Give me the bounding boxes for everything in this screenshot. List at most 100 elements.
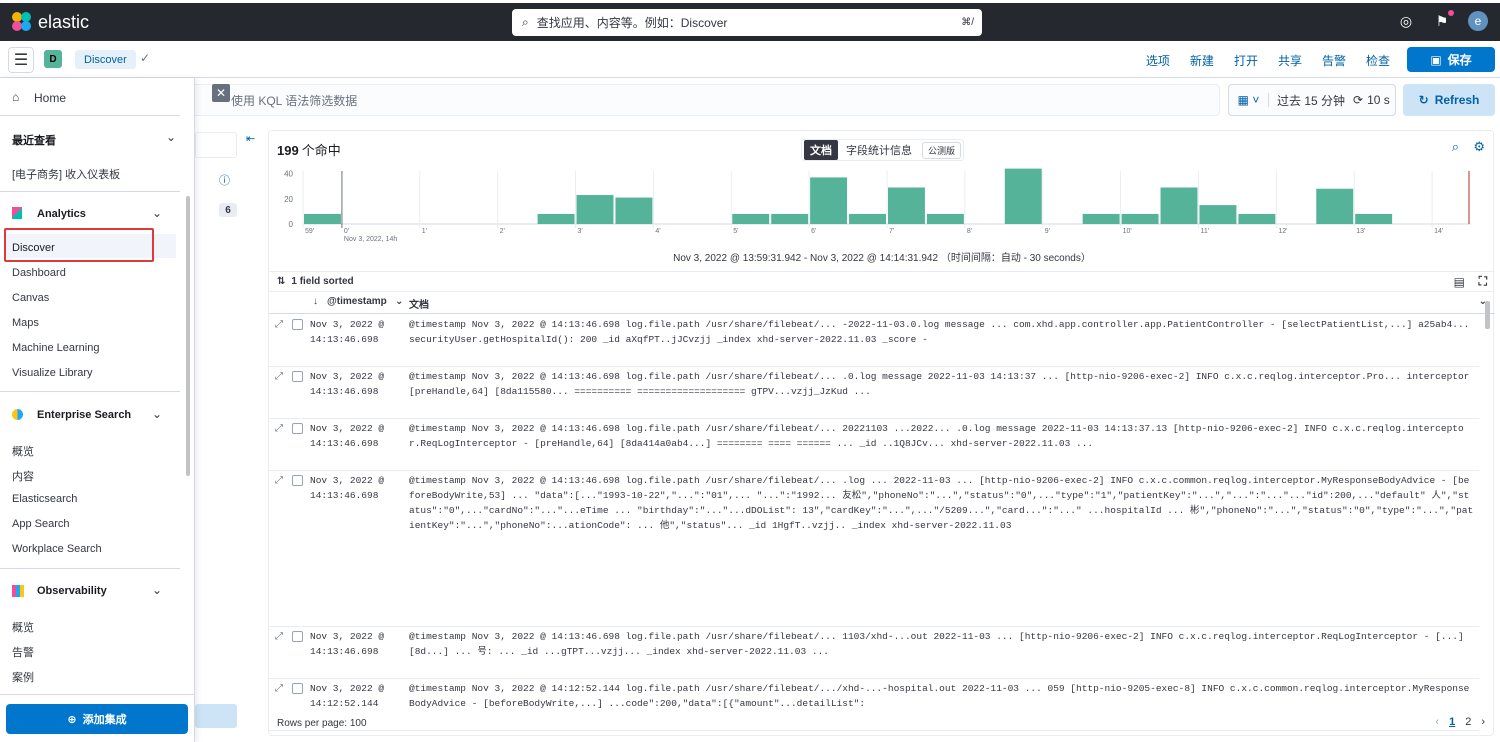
histogram-bar[interactable] (888, 187, 925, 224)
nav-analytics-title[interactable]: Analytics (37, 208, 86, 220)
chart-options-icon[interactable]: ⌕ (1452, 139, 1459, 155)
expand-row-icon[interactable]: ⤢ (275, 682, 283, 697)
histogram-bar[interactable] (732, 213, 770, 224)
histogram-bar[interactable] (1238, 213, 1276, 224)
row-checkbox[interactable] (292, 423, 303, 434)
user-avatar[interactable]: e (1468, 11, 1488, 31)
save-button[interactable]: ▣ 保存 (1407, 47, 1495, 72)
histogram-bar[interactable] (304, 213, 341, 224)
nav-machine-learning[interactable]: Machine Learning (12, 342, 99, 354)
next-page-icon[interactable]: › (1481, 716, 1485, 728)
menu-open[interactable]: 打开 (1234, 52, 1258, 69)
expand-row-icon[interactable]: ⤢ (275, 370, 283, 385)
histogram-bar[interactable] (1160, 187, 1198, 224)
histogram-bar[interactable] (1004, 168, 1042, 224)
nav-toggle-button[interactable]: ☰ (8, 47, 34, 73)
global-search-input[interactable]: ⌕ 查找应用、内容等。例如：Discover ⌘/ (512, 9, 982, 36)
menu-options[interactable]: 选项 (1146, 52, 1170, 69)
chevron-down-icon[interactable]: ⌄ (152, 206, 162, 220)
space-avatar[interactable]: D (44, 50, 62, 68)
nav-visualize-library[interactable]: Visualize Library (12, 367, 93, 379)
histogram-bar[interactable] (1121, 213, 1159, 224)
info-icon[interactable]: ⓘ (219, 172, 230, 188)
settings-gear-icon[interactable]: ⚙ (1473, 139, 1485, 155)
nav-home[interactable]: Home (34, 91, 66, 105)
column-header-timestamp[interactable]: @timestamp (327, 296, 387, 307)
sidebar-bottom-button[interactable] (195, 704, 237, 728)
help-icon[interactable]: ◎ (1396, 11, 1416, 31)
date-picker[interactable]: ▦ ˅ 过去 15 分钟 ⟳ 10 s (1228, 84, 1396, 116)
nav-elasticsearch[interactable]: Elasticsearch (12, 493, 77, 505)
elastic-logo[interactable]: elastic (12, 12, 89, 33)
sort-icon[interactable]: ⇅ (277, 276, 285, 287)
nav-canvas[interactable]: Canvas (12, 292, 49, 304)
nav-enterprise-title[interactable]: Enterprise Search (37, 409, 131, 421)
refresh-interval-text[interactable]: 10 s (1367, 93, 1390, 107)
row-checkbox[interactable] (292, 631, 303, 642)
histogram-bar[interactable] (810, 177, 848, 224)
chevron-down-icon[interactable]: ⌄ (166, 130, 176, 144)
page-2[interactable]: 2 (1465, 716, 1471, 728)
histogram-bar[interactable] (849, 213, 886, 224)
expand-row-icon[interactable]: ⤢ (275, 318, 283, 333)
row-checkbox[interactable] (292, 319, 303, 330)
chevron-down-icon[interactable]: ✓ (140, 51, 150, 65)
nav-observability-title[interactable]: Observability (37, 585, 107, 597)
nav-app-search[interactable]: App Search (12, 518, 69, 530)
row-checkbox[interactable] (292, 475, 303, 486)
nav-maps[interactable]: Maps (12, 317, 39, 329)
histogram-bar[interactable] (926, 213, 964, 224)
nav-obs-cases[interactable]: 案例 (12, 669, 34, 685)
histogram-bar[interactable] (1316, 188, 1354, 224)
nav-scrollbar[interactable] (186, 196, 190, 476)
kql-query-input[interactable]: 使用 KQL 语法筛选数据 (180, 84, 1220, 116)
row-checkbox[interactable] (292, 371, 303, 382)
date-range-text[interactable]: 过去 15 分钟 (1269, 92, 1353, 109)
nav-workplace-search[interactable]: Workplace Search (12, 543, 102, 555)
add-integrations-button[interactable]: ⊕ 添加集成 (6, 704, 188, 734)
sort-desc-icon[interactable]: ↓ (313, 296, 318, 307)
menu-inspect[interactable]: 检查 (1366, 52, 1390, 69)
histogram-bar[interactable] (771, 213, 809, 224)
breadcrumb-discover[interactable]: Discover (75, 50, 136, 69)
nav-obs-overview[interactable]: 概览 (12, 619, 34, 635)
menu-new[interactable]: 新建 (1190, 52, 1214, 69)
chevron-down-icon[interactable]: ⌄ (152, 407, 162, 421)
nav-es-overview[interactable]: 概览 (12, 443, 34, 459)
tab-documents[interactable]: 文档 (804, 140, 838, 160)
close-nav-icon[interactable]: ✕ (212, 84, 230, 102)
column-header-document[interactable]: 文档 (409, 296, 429, 311)
nav-recent-item[interactable]: [电子商务] 收入仪表板 (12, 166, 120, 182)
calendar-icon[interactable]: ▦ ˅ (1229, 93, 1269, 107)
histogram-bar[interactable] (537, 213, 575, 224)
density-icon[interactable]: ▤ (1454, 275, 1465, 289)
histogram-bar[interactable] (1082, 213, 1120, 224)
menu-share[interactable]: 共享 (1278, 52, 1302, 69)
menu-alerts[interactable]: 告警 (1322, 52, 1346, 69)
rows-per-page[interactable]: Rows per page: 100 (277, 718, 367, 729)
nav-es-content[interactable]: 内容 (12, 468, 34, 484)
nav-discover[interactable]: Discover (12, 242, 55, 254)
chevron-down-icon[interactable]: ⌄ (152, 583, 162, 597)
field-search-input[interactable] (195, 132, 237, 158)
histogram-bar[interactable] (1355, 213, 1393, 224)
fullscreen-icon[interactable]: ⛶ (1479, 274, 1487, 289)
nav-obs-alerts[interactable]: 告警 (12, 644, 34, 660)
newsfeed-icon[interactable]: ⚑ (1432, 10, 1454, 31)
expand-row-icon[interactable]: ⤢ (275, 422, 283, 437)
sorted-fields-label[interactable]: 1 field sorted (291, 276, 353, 287)
tab-field-statistics[interactable]: 字段统计信息 (840, 140, 918, 160)
expand-row-icon[interactable]: ⤢ (275, 474, 283, 489)
nav-dashboard[interactable]: Dashboard (12, 267, 66, 279)
refresh-button[interactable]: ↻ Refresh (1403, 84, 1495, 116)
prev-page-icon[interactable]: ‹ (1435, 716, 1439, 728)
collapse-sidebar-icon[interactable]: ⇤ (246, 132, 255, 145)
page-1[interactable]: 1 (1449, 716, 1455, 728)
histogram-bar[interactable] (576, 195, 614, 224)
table-scrollbar[interactable] (1485, 301, 1490, 329)
histogram-bar[interactable] (1199, 205, 1237, 224)
histogram-bar[interactable] (615, 197, 653, 224)
expand-row-icon[interactable]: ⤢ (275, 630, 283, 645)
nav-recent-title[interactable]: 最近查看 (12, 132, 56, 148)
column-menu-icon[interactable]: ⌄ (395, 296, 403, 307)
